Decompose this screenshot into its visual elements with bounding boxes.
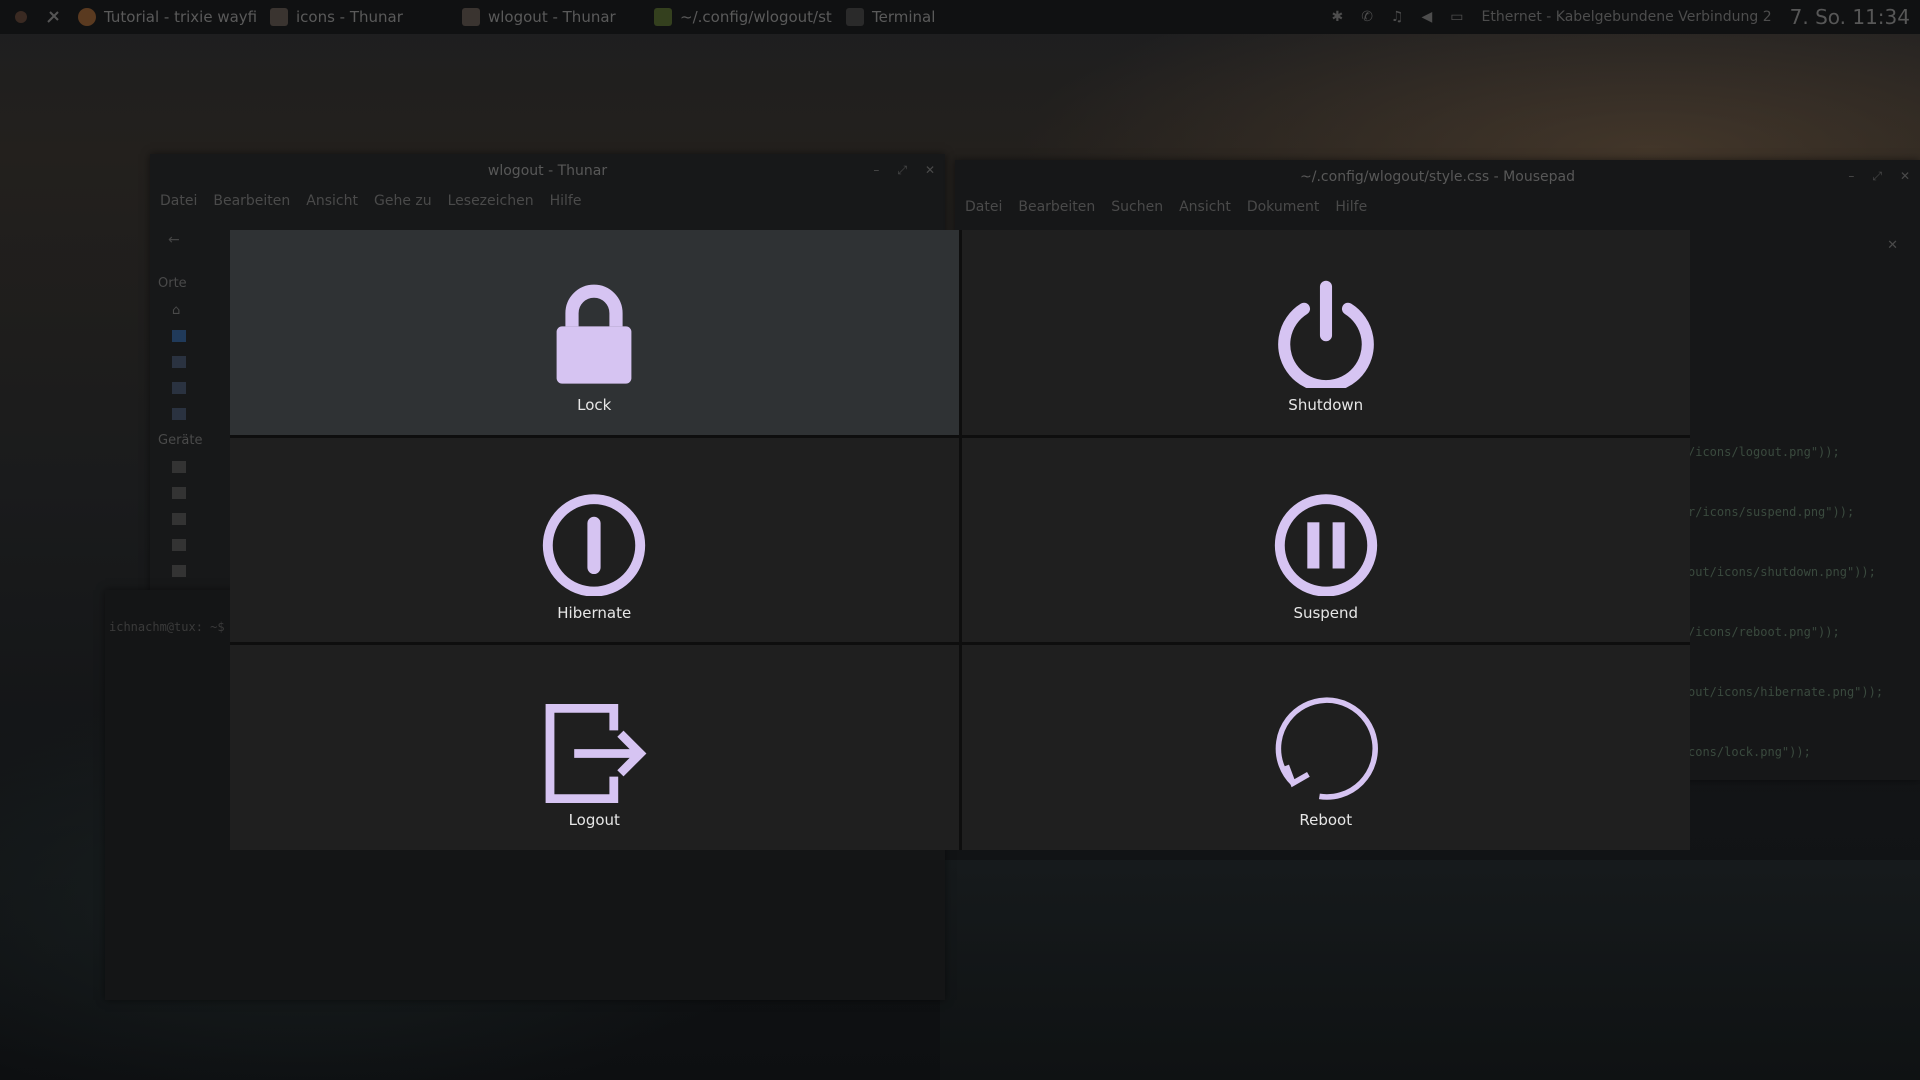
logout-icon bbox=[545, 704, 647, 804]
shutdown-button[interactable]: Shutdown bbox=[961, 230, 1690, 435]
hibernate-button[interactable]: Hibernate bbox=[230, 437, 959, 643]
wlogout-grid: Lock Shutdown Hibernate Suspend Logout R… bbox=[230, 230, 1690, 850]
button-label: Shutdown bbox=[1288, 396, 1364, 414]
button-label: Reboot bbox=[1299, 811, 1353, 830]
lock-button[interactable]: Lock bbox=[230, 230, 959, 435]
button-label: Logout bbox=[568, 811, 620, 830]
power-icon bbox=[1277, 280, 1374, 388]
button-label: Suspend bbox=[1293, 603, 1359, 622]
button-label: Lock bbox=[577, 396, 612, 414]
reboot-button[interactable]: Reboot bbox=[961, 645, 1690, 850]
lock-icon bbox=[556, 284, 632, 384]
logout-button[interactable]: Logout bbox=[230, 645, 959, 850]
button-label: Hibernate bbox=[557, 603, 632, 622]
hibernate-icon bbox=[543, 493, 646, 596]
reboot-icon bbox=[1275, 697, 1378, 801]
suspend-button[interactable]: Suspend bbox=[961, 437, 1690, 643]
pause-icon bbox=[1274, 493, 1377, 596]
